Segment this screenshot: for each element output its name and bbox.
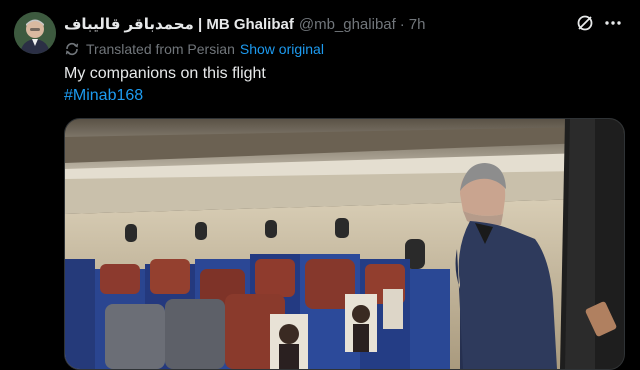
show-original-link[interactable]: Show original [240,41,324,57]
more-icon[interactable] [603,13,623,33]
cabin-photo-image [65,119,624,369]
author-display-name[interactable]: محمدباقر قالیباف | MB Ghalibaf [64,15,294,33]
avatar-image [14,12,56,54]
translation-notice: Translated from Persian Show original [64,40,324,58]
grok-icon[interactable] [575,13,595,33]
author-handle[interactable]: @mb_ghalibaf [299,16,396,33]
separator-dot: · [399,15,405,33]
translate-icon [65,42,79,56]
translation-label: Translated from Persian [86,41,235,57]
tweet-header: محمدباقر قالیباف | MB Ghalibaf @mb_ghali… [64,14,425,34]
hashtag-link[interactable]: #Minab168 [64,85,143,107]
avatar[interactable] [14,12,56,54]
tweet-text: My companions on this flight [64,65,266,82]
tweet-photo[interactable] [64,118,625,370]
timestamp[interactable]: 7h [409,16,426,33]
